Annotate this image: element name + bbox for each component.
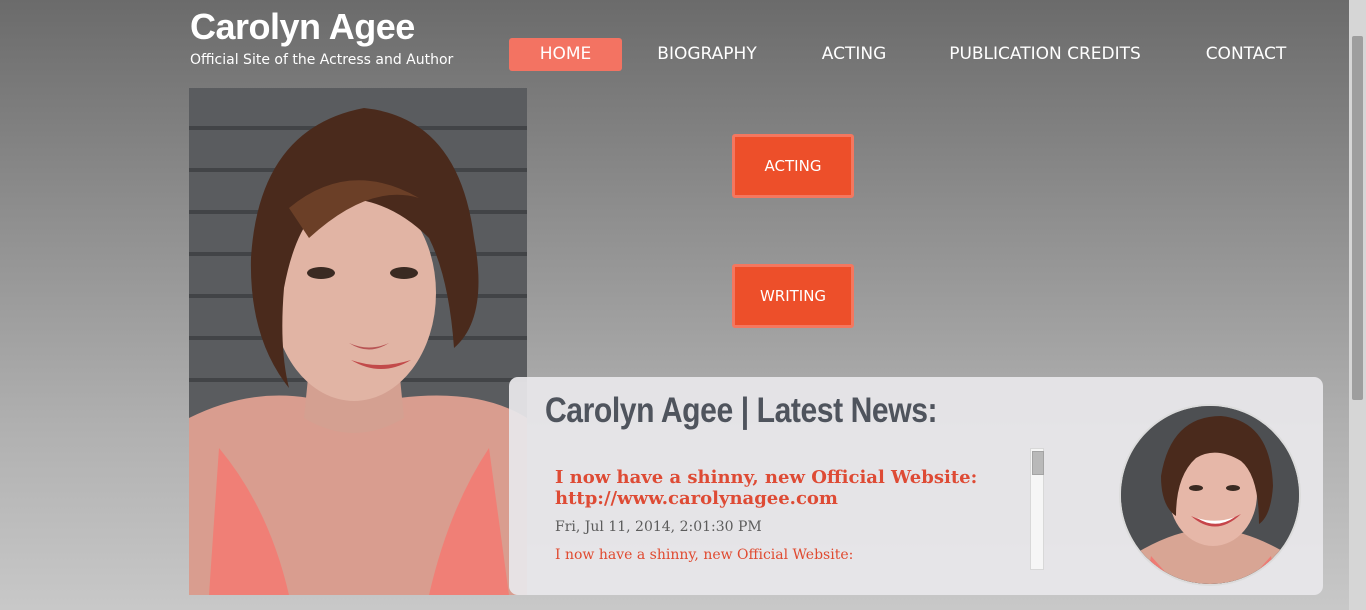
nav-publication-credits[interactable]: PUBLICATION CREDITS <box>945 38 1145 71</box>
news-item-date: Fri, Jul 11, 2014, 2:01:30 PM <box>555 519 762 535</box>
writing-button[interactable]: WRITING <box>732 264 854 328</box>
acting-button[interactable]: ACTING <box>732 134 854 198</box>
news-list[interactable]: I now have a shinny, new Official Websit… <box>555 467 1025 571</box>
portrait-image <box>189 88 527 595</box>
site-title[interactable]: Carolyn Agee <box>190 6 415 48</box>
page-scrollbar[interactable] <box>1349 0 1366 610</box>
latest-news-panel: Carolyn Agee | Latest News: I now have a… <box>509 377 1323 595</box>
news-scrollbar-thumb[interactable] <box>1032 451 1044 475</box>
nav-home[interactable]: HOME <box>509 38 622 71</box>
news-heading: Carolyn Agee | Latest News: <box>545 391 938 430</box>
news-item-title[interactable]: I now have a shinny, new Official Websit… <box>555 467 1025 509</box>
avatar-photo <box>1121 406 1299 584</box>
news-item-body: I now have a shinny, new Official Websit… <box>555 547 854 563</box>
avatar <box>1121 406 1299 584</box>
news-scrollbar[interactable] <box>1030 448 1044 570</box>
site-tagline: Official Site of the Actress and Author <box>190 52 454 68</box>
list-item: I now have a shinny, new Official Websit… <box>555 467 1025 564</box>
nav-biography[interactable]: BIOGRAPHY <box>649 38 765 71</box>
nav-contact[interactable]: CONTACT <box>1200 38 1292 71</box>
portrait-photo <box>189 88 527 595</box>
page-scrollbar-thumb[interactable] <box>1352 36 1363 400</box>
nav-acting[interactable]: ACTING <box>812 38 896 71</box>
